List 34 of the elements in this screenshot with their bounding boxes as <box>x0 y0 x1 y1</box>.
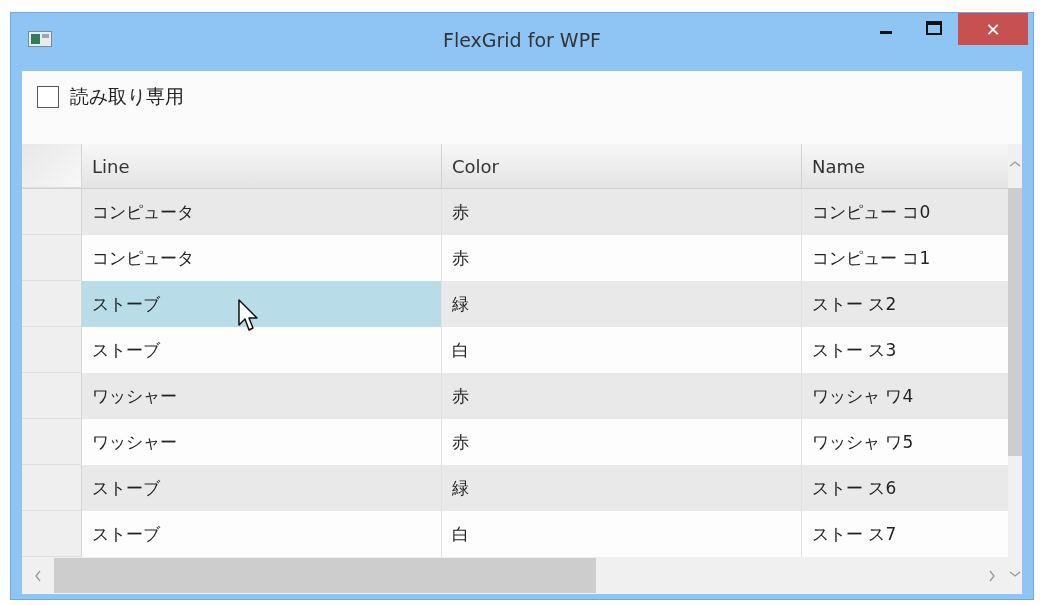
scrollbar-thumb[interactable] <box>54 558 596 593</box>
maximize-icon <box>926 21 942 35</box>
row-header[interactable] <box>22 465 82 511</box>
scroll-up-icon[interactable] <box>1009 160 1021 168</box>
scroll-left-icon[interactable] <box>34 569 42 582</box>
vertical-scrollbar[interactable] <box>1008 144 1022 594</box>
row-header[interactable] <box>22 373 82 419</box>
checkbox-label: 読み取り専用 <box>70 84 184 109</box>
table-cell[interactable]: ワッシャ ワ4 <box>802 373 1008 419</box>
row-header[interactable] <box>22 235 82 281</box>
table-cell[interactable]: コンピュー コ0 <box>802 189 1008 235</box>
row-header[interactable] <box>22 189 82 235</box>
table-cell[interactable]: ストー ス6 <box>802 465 1008 511</box>
table-cell[interactable]: ストー ス7 <box>802 511 1008 557</box>
checkbox[interactable] <box>37 86 59 108</box>
minimize-icon <box>880 30 892 34</box>
table-cell[interactable]: コンピュー コ1 <box>802 235 1008 281</box>
row-header[interactable] <box>22 511 82 557</box>
close-button[interactable]: ✕ <box>958 13 1028 45</box>
window-title: FlexGrid for WPF <box>442 29 602 51</box>
row-header[interactable] <box>22 281 82 327</box>
column-header[interactable]: Line <box>82 144 442 188</box>
table-cell[interactable]: ワッシャ ワ5 <box>802 419 1008 465</box>
scroll-down-icon[interactable] <box>1009 570 1021 578</box>
row-header[interactable] <box>22 419 82 465</box>
column-header[interactable]: Color <box>442 144 802 188</box>
table-cell[interactable]: ストー ス2 <box>802 281 1008 327</box>
column-header[interactable]: Name <box>802 144 1008 188</box>
app-icon <box>28 31 52 47</box>
horizontal-scrollbar[interactable] <box>22 557 1008 594</box>
scrollbar-thumb[interactable] <box>1008 188 1022 456</box>
row-header[interactable] <box>22 327 82 373</box>
scroll-right-icon[interactable] <box>988 569 996 582</box>
table-cell[interactable]: ストー ス3 <box>802 327 1008 373</box>
